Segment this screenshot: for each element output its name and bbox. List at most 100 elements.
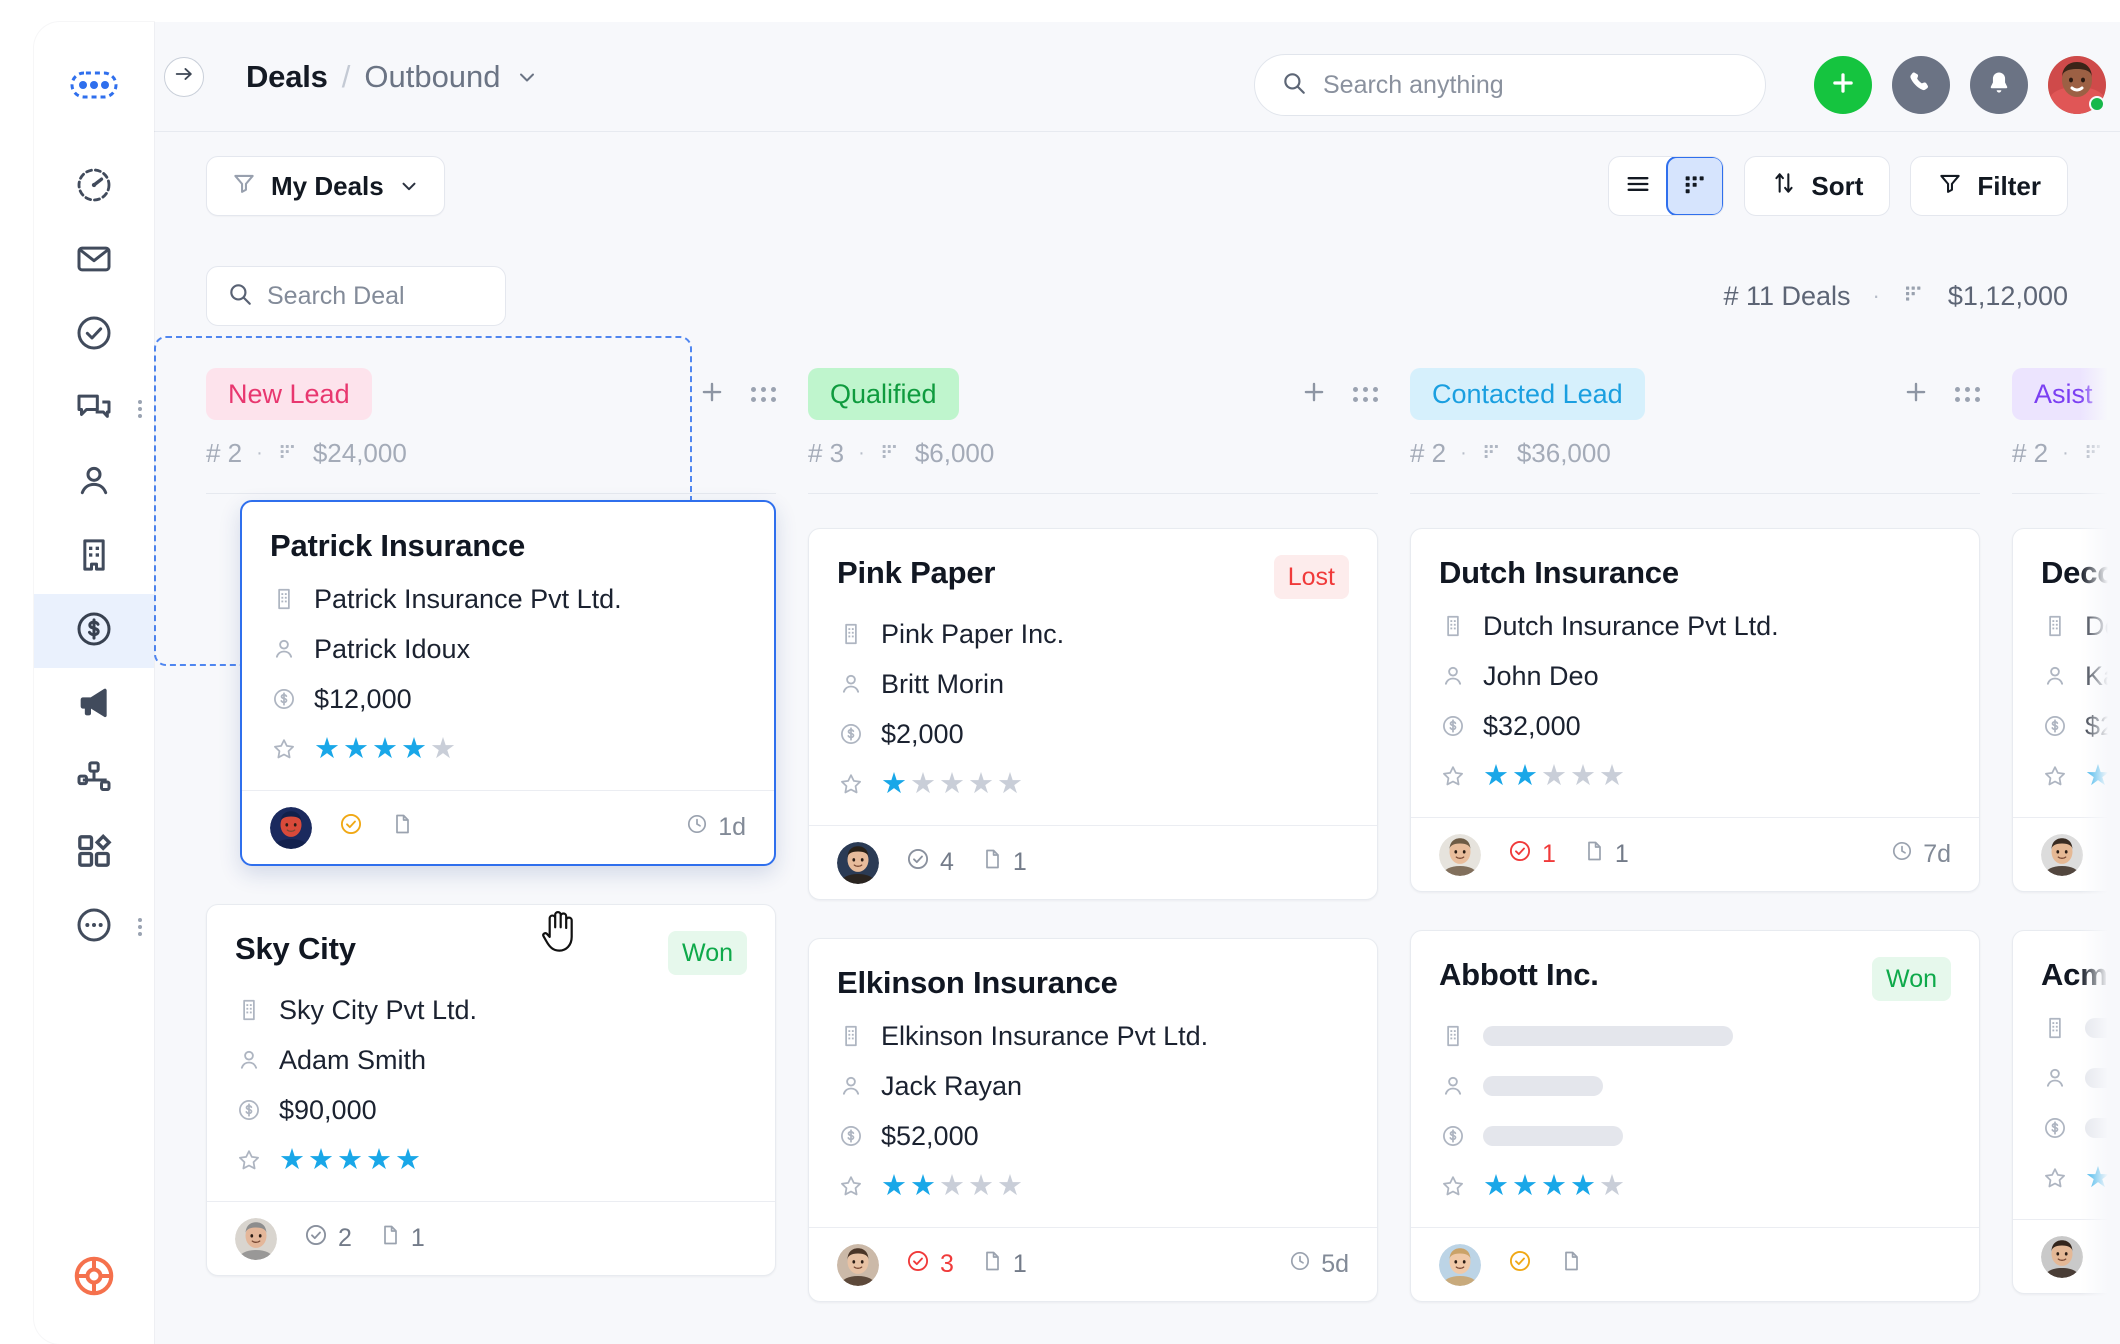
drag-grip-icon[interactable] — [1955, 386, 1980, 402]
sidebar-item-deals[interactable] — [34, 594, 154, 668]
deal-card[interactable]: Decora Deco Karla $24, ★★★★★ — [2012, 528, 2120, 892]
rating-star[interactable]: ★ — [997, 1171, 1023, 1201]
deal-card[interactable]: Dutch Insurance Dutch Insurance Pvt Ltd. J… — [1410, 528, 1980, 892]
rating-star[interactable]: ★ — [2085, 761, 2111, 791]
sidebar-item-email[interactable] — [34, 224, 154, 298]
sidebar-help-button[interactable] — [71, 1253, 117, 1304]
deal-search-input[interactable] — [267, 281, 485, 311]
rating-star[interactable]: ★ — [939, 1171, 965, 1201]
assignee-avatar[interactable] — [2041, 833, 2083, 876]
rating-star[interactable]: ★ — [1541, 1171, 1567, 1201]
task-count[interactable] — [2109, 1240, 2120, 1273]
rating-star[interactable]: ★ — [1570, 1171, 1596, 1201]
rating-star[interactable]: ★ — [308, 1145, 334, 1175]
rating-star[interactable]: ★ — [997, 769, 1023, 799]
rating-star[interactable]: ★ — [1483, 761, 1509, 791]
deal-card[interactable]: Abbott Inc. Won ★ ★ ★ ★ ★ — [1410, 930, 1980, 1302]
sidebar-item-more[interactable] — [34, 890, 154, 964]
deal-card[interactable]: Patrick Insurance Patrick Insurance Pvt L… — [240, 500, 776, 866]
rating-stars[interactable]: ★★★★★ — [2085, 761, 2120, 791]
assignee-avatar[interactable] — [1439, 833, 1481, 876]
rating-star[interactable]: ★ — [337, 1145, 363, 1175]
my-deals-filter-button[interactable]: My Deals — [206, 156, 445, 216]
sidebar-item-companies[interactable] — [34, 520, 154, 594]
rating-star[interactable]: ★ — [881, 1171, 907, 1201]
rating-stars[interactable]: ★★★★★ — [1483, 1171, 1625, 1201]
deal-search[interactable] — [206, 266, 506, 326]
rating-stars[interactable]: ★★★★★ — [314, 734, 456, 764]
rating-stars[interactable]: ★★★★★ — [279, 1145, 421, 1175]
sidebar-item-dashboard[interactable] — [34, 150, 154, 224]
assignee-avatar[interactable] — [1439, 1243, 1481, 1286]
rating-star[interactable]: ★ — [372, 734, 398, 764]
sidebar-item-tasks[interactable] — [34, 298, 154, 372]
rating-star[interactable]: ★ — [395, 1145, 421, 1175]
stage-chip[interactable]: Qualified — [808, 368, 959, 420]
add-deal-icon[interactable] — [1299, 377, 1329, 412]
sidebar-more-options-icon[interactable] — [138, 918, 142, 936]
sidebar-item-campaigns[interactable] — [34, 668, 154, 742]
add-deal-icon[interactable] — [697, 377, 727, 412]
rating-star[interactable]: ★ — [1483, 1171, 1509, 1201]
filter-button[interactable]: Filter — [1910, 156, 2068, 216]
search-input[interactable] — [1323, 70, 1739, 100]
task-count[interactable]: 3 — [905, 1248, 954, 1281]
sidebar-item-contacts[interactable] — [34, 446, 154, 520]
deal-card[interactable]: Sky City Won Sky City Pvt Ltd. Adam Smith $9… — [206, 904, 776, 1276]
file-count[interactable]: 1 — [980, 846, 1027, 879]
file-count[interactable]: 1 — [1582, 838, 1629, 871]
deal-card[interactable]: Acme I ★★★★★ — [2012, 930, 2120, 1294]
rating-star[interactable]: ★ — [1570, 761, 1596, 791]
file-count[interactable]: 1 — [980, 1248, 1027, 1281]
list-view-button[interactable] — [1609, 157, 1667, 215]
task-count[interactable] — [2109, 838, 2120, 871]
rating-stars[interactable]: ★★★★★ — [881, 1171, 1023, 1201]
sidebar-item-chats[interactable] — [34, 372, 154, 446]
assignee-avatar[interactable] — [837, 1243, 879, 1286]
board-view-button[interactable] — [1666, 157, 1724, 215]
assignee-avatar[interactable] — [2041, 1235, 2083, 1278]
add-deal-icon[interactable] — [1901, 377, 1931, 412]
rating-star[interactable]: ★ — [366, 1145, 392, 1175]
call-button[interactable] — [1892, 56, 1950, 114]
sidebar-item-workflows[interactable] — [34, 742, 154, 816]
task-count[interactable] — [1507, 1248, 1533, 1281]
task-count[interactable] — [338, 811, 364, 844]
file-count[interactable] — [390, 811, 414, 844]
rating-star[interactable]: ★ — [1599, 761, 1625, 791]
sidebar-item-more-icon[interactable] — [138, 400, 142, 418]
rating-star[interactable]: ★ — [1512, 1171, 1538, 1201]
rating-star[interactable]: ★ — [910, 769, 936, 799]
task-count[interactable]: 4 — [905, 846, 954, 879]
task-count[interactable]: 1 — [1507, 838, 1556, 871]
sidebar-item-apps[interactable] — [34, 816, 154, 890]
rating-stars[interactable]: ★★★★★ — [881, 769, 1023, 799]
sidebar-collapse-button[interactable] — [164, 56, 204, 97]
rating-star[interactable]: ★ — [2085, 1163, 2111, 1193]
task-count[interactable]: 2 — [303, 1222, 352, 1255]
breadcrumb-pipeline[interactable]: Outbound — [364, 59, 500, 95]
rating-stars[interactable]: ★★★★★ — [2085, 1163, 2120, 1193]
deal-card[interactable]: Pink Paper Lost Pink Paper Inc. Britt Morin… — [808, 528, 1378, 900]
stage-chip[interactable]: Contacted Lead — [1410, 368, 1645, 420]
drag-grip-icon[interactable] — [1353, 386, 1378, 402]
rating-star[interactable]: ★ — [2114, 1163, 2120, 1193]
rating-star[interactable]: ★ — [314, 734, 340, 764]
rating-star[interactable]: ★ — [430, 734, 456, 764]
deal-card[interactable]: Elkinson Insurance Elkinson Insurance Pvt… — [808, 938, 1378, 1302]
rating-star[interactable]: ★ — [279, 1145, 305, 1175]
global-search[interactable] — [1254, 54, 1766, 116]
file-count[interactable] — [1559, 1248, 1583, 1281]
rating-star[interactable]: ★ — [2114, 761, 2120, 791]
rating-star[interactable]: ★ — [881, 769, 907, 799]
rating-star[interactable]: ★ — [968, 769, 994, 799]
drag-grip-icon[interactable] — [751, 386, 776, 402]
rating-star[interactable]: ★ — [910, 1171, 936, 1201]
assignee-avatar[interactable] — [837, 841, 879, 884]
avatar[interactable] — [2048, 56, 2106, 114]
rating-star[interactable]: ★ — [1541, 761, 1567, 791]
rating-star[interactable]: ★ — [968, 1171, 994, 1201]
add-button[interactable] — [1814, 56, 1872, 114]
rating-star[interactable]: ★ — [1512, 761, 1538, 791]
assignee-avatar[interactable] — [270, 806, 312, 849]
